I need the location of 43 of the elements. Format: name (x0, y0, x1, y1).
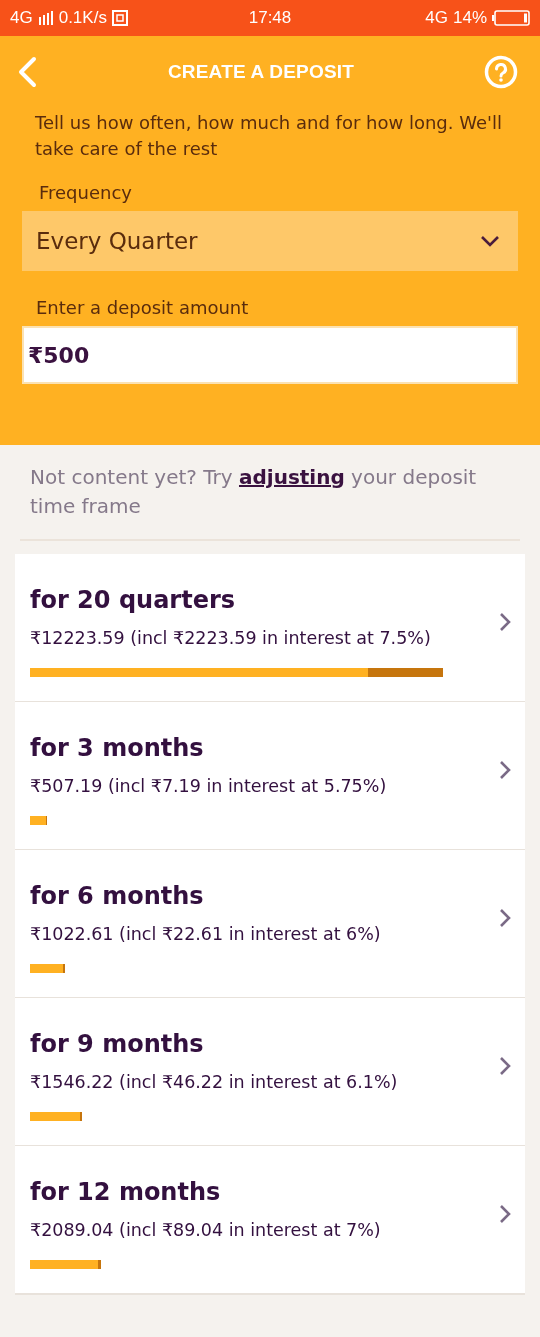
term-option-card[interactable]: for 12 months ₹2089.04 (incl ₹89.04 in interest at 7%) (15, 1146, 525, 1293)
network-speed: 0.1K/s (58, 8, 107, 28)
adjust-link[interactable]: adjusting (239, 465, 345, 489)
term-title: for 20 quarters (30, 586, 237, 614)
signal-icon (37, 11, 54, 25)
term-option-card[interactable]: for 20 quarters ₹12223.59 (incl ₹2223.59 in interest at 7.5%) (15, 554, 525, 701)
term-detail: ₹12223.59 (incl ₹2223.59 in interest at 7.5%) (30, 628, 432, 648)
term-title: for 6 months (30, 882, 205, 910)
term-detail: ₹1022.61 (incl ₹22.61 in interest at 6%) (30, 924, 382, 944)
network-type: 4G (10, 8, 33, 28)
chevron-down-icon (480, 235, 500, 247)
chevron-right-icon (499, 1055, 511, 1076)
term-option-card[interactable]: for 9 months ₹1546.22 (incl ₹46.22 in interest at 6.1%) (15, 998, 525, 1145)
amount-bar-drawing (30, 1112, 82, 1121)
data-type: 4G (425, 8, 448, 28)
term-detail: ₹2089.04 (incl ₹89.04 in interest at 7%) (30, 1220, 382, 1240)
amount-bar-drawing (30, 1260, 101, 1269)
clock: 17:48 (248, 8, 292, 28)
term-option-card[interactable]: for 3 months ₹507.19 (incl ₹7.19 in interest at 5.75%) (15, 702, 525, 849)
frequency-label: Frequency (39, 182, 133, 203)
help-icon[interactable] (484, 55, 518, 89)
page-title: CREATE A DEPOSIT (167, 61, 355, 83)
intro-text: Tell us how often, how much and for how long. We'll take care of the rest (35, 111, 503, 161)
amount-bar-drawing (30, 816, 47, 825)
term-title: for 12 months (30, 1178, 222, 1206)
chevron-right-icon (499, 907, 511, 928)
amount-bar-drawing (30, 964, 65, 973)
battery-percent: 14% (452, 8, 487, 28)
chevron-right-icon (499, 759, 511, 780)
term-detail: ₹1546.22 (incl ₹46.22 in interest at 6.1%) (30, 1072, 399, 1092)
term-option-card[interactable]: for 6 months ₹1022.61 (incl ₹22.61 in interest at 6%) (15, 850, 525, 997)
term-title: for 9 months (30, 1030, 205, 1058)
amount-field[interactable]: ₹500 (22, 326, 518, 384)
frequency-dropdown[interactable]: Every Quarter (22, 211, 518, 271)
app-icon (111, 10, 128, 26)
hint-text: Not content yet? Try adjusting your deposit time frame (30, 464, 478, 520)
term-detail: ₹507.19 (incl ₹7.19 in interest at 5.75%) (30, 776, 388, 796)
term-title: for 3 months (30, 734, 205, 762)
back-icon[interactable] (16, 56, 38, 88)
amount-label: Enter a deposit amount (36, 297, 250, 318)
chevron-right-icon (499, 611, 511, 632)
chevron-right-icon (499, 1203, 511, 1224)
battery-icon (492, 10, 530, 26)
